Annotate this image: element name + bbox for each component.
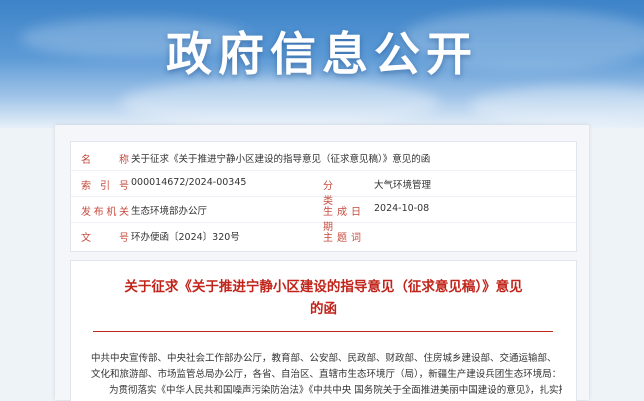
- document-card: 关于征求《关于推进宁静小区建设的指导意见（征求意见稿）》意见 的函 中共中央宣传…: [70, 260, 577, 401]
- name-value: 关于征求《关于推进宁静小区建设的指导意见（征求意见稿）》意见的函: [131, 154, 431, 165]
- name-label: 名 称: [81, 155, 129, 166]
- document-title-line1: 关于征求《关于推进宁静小区建设的指导意见（征求意见稿）》意见: [124, 279, 523, 295]
- index-value: 000014672/2024-00345: [131, 177, 247, 188]
- cloud-decoration: [120, 78, 440, 128]
- banner: 政府信息公开: [0, 0, 644, 128]
- document-title-line2: 的函: [310, 301, 337, 317]
- metadata-row-issuer: 发布机关 生态环境部办公厅 生成日期 2024-10-08: [71, 198, 576, 233]
- issuer-value: 生态环境部办公厅: [131, 206, 208, 217]
- docno-value: 环办便函〔2024〕320号: [131, 232, 240, 243]
- category-value: 大气环境管理: [374, 180, 432, 191]
- document-title: 关于征求《关于推进宁静小区建设的指导意见（征求意见稿）》意见 的函: [91, 276, 556, 320]
- cloud-decoration: [470, 86, 644, 126]
- title-divider: [93, 331, 553, 332]
- body-paragraph: 为贯彻落实《中华人民共和国噪声污染防治法》《中共中央 国务院关于全面推进美丽中国…: [109, 385, 562, 396]
- issuer-label: 发布机关: [81, 207, 129, 218]
- docno-label: 文 号: [81, 233, 129, 244]
- metadata-row-docno: 文 号 环办便函〔2024〕320号 主 题 词: [71, 224, 576, 248]
- recipients-paragraph: 中共中央宣传部、中央社会工作部办公厅，教育部、公安部、民政部、财政部、住房城乡建…: [91, 353, 562, 380]
- metadata-row-name: 名 称 关于征求《关于推进宁静小区建设的指导意见（征求意见稿）》意见的函: [71, 146, 576, 171]
- document-body: 中共中央宣传部、中央社会工作部办公厅，教育部、公安部、民政部、财政部、住房城乡建…: [91, 351, 562, 399]
- keywords-label: 主 题 词: [323, 233, 361, 244]
- date-value: 2024-10-08: [374, 203, 430, 214]
- index-label: 索 引 号: [81, 181, 129, 192]
- metadata-row-index: 索 引 号 000014672/2024-00345 分 类 大气环境管理: [71, 172, 576, 207]
- metadata-table: 名 称 关于征求《关于推进宁静小区建设的指导意见（征求意见稿）》意见的函 索 引…: [70, 141, 577, 252]
- page-title: 政府信息公开: [166, 27, 478, 81]
